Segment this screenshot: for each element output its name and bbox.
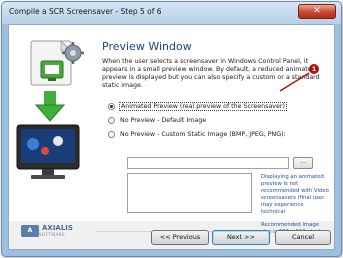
wizard-dialog: Compile a SCR Screensaver - Step 5 of 6 …: [1, 1, 342, 257]
window-title: Compile a SCR Screensaver - Step 5 of 6: [9, 7, 162, 16]
desktop-icon: [16, 124, 80, 179]
brand-sub: SOFTWARE: [39, 232, 66, 237]
arrow-down-icon: [34, 91, 66, 122]
page-title: Preview Window: [102, 40, 192, 53]
option-label[interactable]: No Preview - Custom Static Image (BMP, J…: [119, 131, 287, 138]
radio-button[interactable]: [108, 116, 115, 124]
logo-badge-icon: A: [21, 225, 39, 237]
option-default-image[interactable]: No Preview - Default Image: [108, 115, 207, 125]
radio-button[interactable]: [108, 102, 115, 110]
video-warning-text: Displaying an animated preview is not re…: [261, 174, 329, 215]
previous-button[interactable]: << Previous: [151, 230, 209, 245]
client-area: Preview Window When the user selects a s…: [8, 24, 335, 250]
title-bar: Compile a SCR Screensaver - Step 5 of 6 …: [2, 2, 341, 24]
cancel-button[interactable]: Cancel: [275, 230, 331, 245]
option-animated-preview[interactable]: Animated Preview (real preview of the Sc…: [108, 101, 287, 111]
axialis-logo: A AXIALIS SOFTWARE: [21, 224, 81, 238]
brand-name: AXIALIS: [42, 224, 73, 232]
custom-image-path-input[interactable]: [127, 157, 289, 169]
image-preview-box: [127, 173, 252, 213]
monitor-icon: [40, 60, 64, 81]
option-label[interactable]: Animated Preview (real preview of the Sc…: [119, 101, 287, 111]
radio-button[interactable]: [108, 130, 115, 138]
browse-button[interactable]: ...: [293, 157, 313, 169]
option-custom-image[interactable]: No Preview - Custom Static Image (BMP, J…: [108, 129, 287, 139]
annotation-marker: 1: [309, 64, 319, 74]
close-button[interactable]: ✕: [298, 4, 336, 19]
option-label[interactable]: No Preview - Default Image: [119, 117, 207, 124]
wizard-illustration: [16, 40, 84, 179]
next-button[interactable]: Next >>: [212, 230, 270, 245]
page-description: When the user selects a screensaver in W…: [102, 58, 320, 90]
